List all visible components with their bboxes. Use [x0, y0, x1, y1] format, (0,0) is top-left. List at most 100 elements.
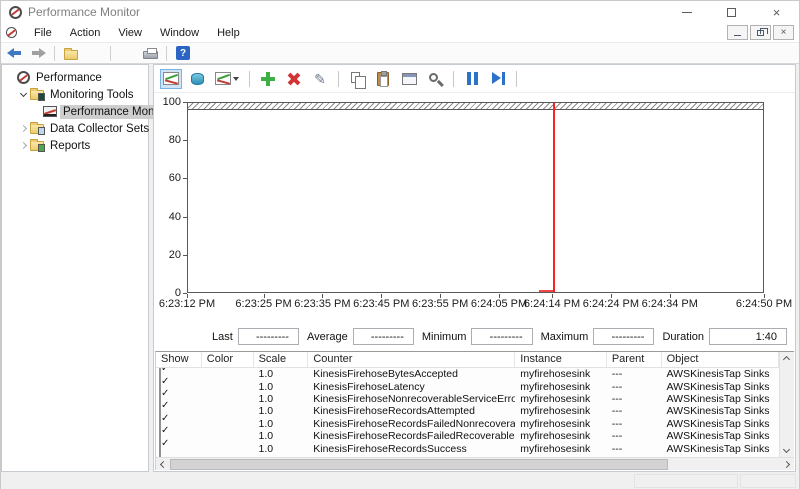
- object-cell: AWSKinesisTap Sinks: [662, 443, 779, 455]
- menu-file[interactable]: File: [25, 25, 61, 41]
- forward-icon[interactable]: [28, 45, 48, 62]
- toolbar-separator: [338, 71, 339, 87]
- child-close-button[interactable]: ×: [773, 25, 794, 40]
- details-pane: ✎ 100806040200 6:23:12 PM6:23:25 PM6:23:…: [153, 64, 796, 472]
- close-icon: ×: [773, 6, 781, 19]
- column-header-instance[interactable]: Instance: [515, 352, 607, 367]
- main-toolbar: ?: [1, 43, 799, 64]
- properties-icon[interactable]: [398, 69, 420, 89]
- print-icon[interactable]: [140, 45, 160, 62]
- folder-tools-icon: [30, 90, 44, 100]
- current-time-marker: [553, 103, 555, 292]
- scroll-right-icon: [783, 461, 790, 468]
- perf-chart-icon: [43, 106, 57, 117]
- horizontal-scrollbar[interactable]: [156, 457, 794, 470]
- child-minimize-button[interactable]: [727, 25, 748, 40]
- up-folder-icon[interactable]: [61, 45, 81, 62]
- tree-expander-icon[interactable]: [19, 141, 29, 151]
- menu-bar-items: FileActionViewWindowHelp: [25, 25, 727, 41]
- sidebar-item-reports[interactable]: Reports: [2, 137, 148, 154]
- instance-cell: myfirehosesink: [515, 443, 607, 455]
- chart-region: 100806040200 6:23:12 PM6:23:25 PM6:23:35…: [154, 93, 795, 322]
- y-tick-mark: [183, 140, 187, 141]
- workspace: PerformanceMonitoring ToolsPerformance M…: [1, 64, 800, 472]
- parent-cell: ---: [607, 381, 662, 393]
- view-log-data-icon[interactable]: [186, 69, 208, 89]
- freeze-display-icon[interactable]: [461, 69, 483, 89]
- stat-value-minimum: ---------: [471, 328, 532, 345]
- column-header-scale[interactable]: Scale: [254, 352, 309, 367]
- stat-value-maximum: ---------: [593, 328, 654, 345]
- help-icon[interactable]: ?: [173, 45, 193, 62]
- instance-cell: myfirehosesink: [515, 393, 607, 405]
- folder-reports-icon: [30, 141, 44, 151]
- mdi-controls: ×: [727, 25, 794, 40]
- column-header-object[interactable]: Object: [662, 352, 779, 367]
- sidebar-item-performance[interactable]: Performance: [2, 69, 148, 86]
- menu-action[interactable]: Action: [61, 25, 110, 41]
- x-tick-label: 6:23:45 PM: [353, 298, 409, 310]
- change-graph-type-icon[interactable]: [212, 69, 242, 89]
- add-counter-icon[interactable]: [257, 69, 279, 89]
- chart-plot-area[interactable]: [187, 102, 764, 293]
- counter-table: ShowColorScaleCounterInstanceParentObjec…: [155, 351, 794, 470]
- menu-bar: FileActionViewWindowHelp ×: [1, 23, 799, 43]
- action-pane-icon[interactable]: [196, 45, 216, 62]
- y-tick-label: 60: [155, 172, 181, 184]
- copy-properties-icon[interactable]: [346, 69, 368, 89]
- highlight-icon[interactable]: ✎: [309, 69, 331, 89]
- y-tick-mark: [183, 217, 187, 218]
- column-header-parent[interactable]: Parent: [607, 352, 662, 367]
- minimize-icon: [682, 12, 692, 13]
- object-cell: AWSKinesisTap Sinks: [662, 368, 779, 380]
- toolbar-separator: [249, 71, 250, 87]
- column-header-show[interactable]: Show: [156, 352, 202, 367]
- tree-expander-icon[interactable]: [19, 90, 29, 100]
- y-tick-mark: [183, 255, 187, 256]
- update-data-icon[interactable]: [487, 69, 509, 89]
- vertical-scrollbar[interactable]: [779, 352, 794, 457]
- close-button[interactable]: ×: [754, 1, 799, 23]
- maximize-button[interactable]: [709, 1, 754, 23]
- child-minimize-icon: [734, 35, 741, 36]
- scrollbar-thumb[interactable]: [170, 459, 668, 470]
- instance-cell: myfirehosesink: [515, 418, 607, 430]
- stat-label-average: Average: [307, 331, 348, 343]
- zoom-graph-icon[interactable]: [424, 69, 446, 89]
- show-cell: [156, 440, 202, 457]
- data-trace-segment: [539, 290, 553, 293]
- paste-counter-list-icon[interactable]: [372, 69, 394, 89]
- x-tick-mark: [381, 294, 382, 298]
- show-checkbox[interactable]: [159, 439, 161, 457]
- parent-cell: ---: [607, 368, 662, 380]
- menu-window[interactable]: Window: [151, 25, 208, 41]
- view-current-activity-icon[interactable]: [160, 69, 182, 89]
- object-cell: AWSKinesisTap Sinks: [662, 430, 779, 442]
- tree-expander-icon[interactable]: [19, 124, 29, 134]
- sidebar-item-monitoring-tools[interactable]: Monitoring Tools: [2, 86, 148, 103]
- counter-cell: KinesisFirehoseBytesAccepted: [308, 368, 515, 380]
- column-header-counter[interactable]: Counter: [308, 352, 515, 367]
- delete-counter-icon[interactable]: [283, 69, 305, 89]
- stat-label-last: Last: [212, 331, 233, 343]
- column-header-color[interactable]: Color: [202, 352, 254, 367]
- menu-help[interactable]: Help: [208, 25, 249, 41]
- object-cell: AWSKinesisTap Sinks: [662, 405, 779, 417]
- title-bar: Performance Monitor ×: [1, 1, 799, 23]
- counter-row[interactable]: 1.0KinesisFirehoseRecordsSuccessmyfireho…: [156, 442, 779, 454]
- x-tick-label: 6:24:50 PM: [736, 298, 792, 310]
- child-restore-button[interactable]: [750, 25, 771, 40]
- x-tick-label: 6:23:55 PM: [412, 298, 468, 310]
- instance-cell: myfirehosesink: [515, 381, 607, 393]
- back-icon[interactable]: [5, 45, 25, 62]
- app-logo-icon: [9, 6, 22, 19]
- stat-label-minimum: Minimum: [422, 331, 467, 343]
- counter-cell: KinesisFirehoseRecordsSuccess: [308, 443, 515, 455]
- console-tree-icon[interactable]: [84, 45, 104, 62]
- sidebar-item-data-collector-sets[interactable]: Data Collector Sets: [2, 120, 148, 137]
- export-list-icon[interactable]: [117, 45, 137, 62]
- x-tick-mark: [552, 294, 553, 298]
- sidebar-item-performance-monitor[interactable]: Performance Monitor: [2, 103, 148, 120]
- menu-view[interactable]: View: [109, 25, 151, 41]
- minimize-button[interactable]: [664, 1, 709, 23]
